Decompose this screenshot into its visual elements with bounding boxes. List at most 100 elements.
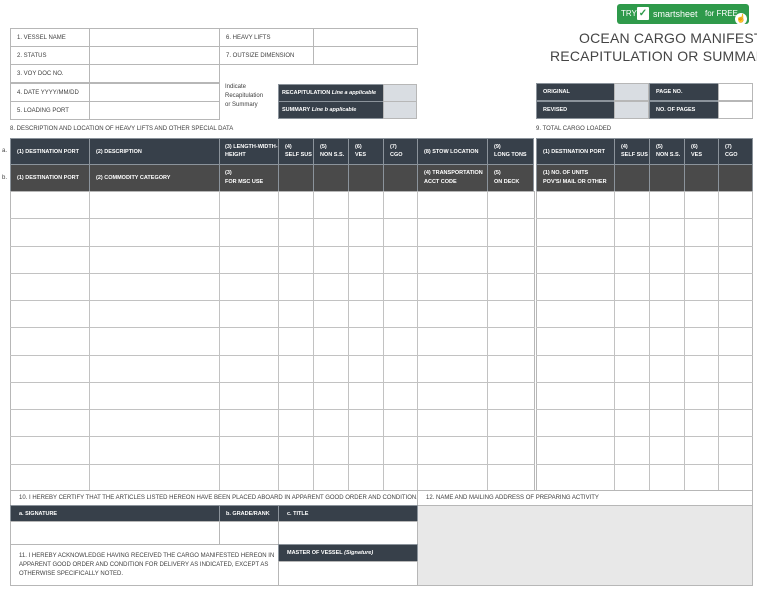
- grid-col-line: [348, 191, 349, 491]
- certify-cell: 10. I HEREBY CERTIFY THAT THE ARTICLES L…: [10, 490, 418, 506]
- cursor-hand-icon: ☝: [735, 13, 747, 25]
- voy-doc-label: 3. VOY DOC NO.: [17, 71, 64, 77]
- grid-col-line: [649, 191, 650, 491]
- loading-port-label-cell: 5. LOADING PORT: [10, 101, 90, 120]
- mailing-cell: 12. NAME AND MAILING ADDRESS OF PREPARIN…: [417, 490, 753, 506]
- voy-doc-label-cell: 3. VOY DOC NO.: [10, 64, 90, 83]
- no-pages-input[interactable]: [718, 101, 753, 119]
- grid-row-line: [536, 246, 753, 247]
- grid-row-line: [536, 218, 753, 219]
- page-no-input[interactable]: [718, 83, 753, 101]
- status-label-cell: 2. STATUS: [10, 46, 90, 65]
- b-right-blank-1: [614, 164, 650, 192]
- title-header: c. TITLE: [278, 505, 418, 522]
- date-label: 4. DATE YYYY/MM/DD: [17, 90, 79, 96]
- grid-col-line: [417, 191, 418, 491]
- grid-row-line: [536, 464, 753, 465]
- recapitulation-note: Line a applicable: [330, 90, 377, 96]
- grid-col-line: [278, 191, 279, 491]
- a-self-sus-header: (4) SELF SUS: [278, 138, 314, 165]
- status-input[interactable]: [89, 46, 220, 65]
- master-signature-input[interactable]: [278, 561, 418, 586]
- b-right-blank-3: [684, 164, 719, 192]
- a-right-cgo-header: (7) CGO: [718, 138, 753, 165]
- b-blank-header-4: [383, 164, 418, 192]
- a-right-destination-port-header: (1) DESTINATION PORT: [536, 138, 615, 165]
- a-lwh-header: (3) LENGTH-WIDTH- HEIGHT: [219, 138, 279, 165]
- grid-row-line: [536, 273, 753, 274]
- outsize-label: 7. OUTSIZE DIMENSION: [226, 53, 295, 59]
- heavy-lifts-label: 6. HEAVY LIFTS: [226, 35, 271, 41]
- b-commodity-category-header: (2) COMMODITY CATEGORY: [89, 164, 220, 192]
- page-no-label: PAGE NO.: [649, 83, 719, 101]
- a-right-non-ss-header: (5) NON S.S.: [649, 138, 685, 165]
- title-input[interactable]: [278, 521, 418, 545]
- voy-doc-input[interactable]: [89, 64, 220, 83]
- certify-text: 10. I HEREBY CERTIFY THAT THE ARTICLES L…: [19, 495, 418, 501]
- mailing-label: 12. NAME AND MAILING ADDRESS OF PREPARIN…: [426, 495, 599, 501]
- date-input[interactable]: [89, 83, 220, 102]
- grid-row-line: [536, 436, 753, 437]
- grid-col-line: [487, 191, 488, 491]
- outsize-label-cell: 7. OUTSIZE DIMENSION: [219, 46, 314, 65]
- a-long-tons-header: (9) LONG TONS: [487, 138, 534, 165]
- a-ves-header: (6) VES: [348, 138, 384, 165]
- b-blank-header-1: [278, 164, 314, 192]
- right-data-grid[interactable]: [536, 191, 753, 491]
- page-title: OCEAN CARGO MANIFEST: [579, 30, 757, 46]
- badge-brand-text: smartsheet: [653, 9, 698, 19]
- badge-try-text: TRY: [621, 9, 637, 18]
- b-transportation-header: (4) TRANSPORTATION ACCT CODE: [417, 164, 488, 192]
- indicate-text-2: Recapitulation: [225, 93, 264, 99]
- summary-option: SUMMARY Line b applicable: [278, 101, 384, 119]
- grid-row-line: [536, 409, 753, 410]
- heavy-lifts-label-cell: 6. HEAVY LIFTS: [219, 28, 314, 47]
- outsize-input[interactable]: [313, 46, 418, 65]
- loading-port-input[interactable]: [89, 101, 220, 120]
- smartsheet-try-badge[interactable]: TRY ✓ smartsheet for FREE ☝: [617, 4, 749, 25]
- mailing-address-input[interactable]: [417, 505, 753, 586]
- summary-note: Line b applicable: [310, 107, 357, 113]
- signature-input[interactable]: [10, 521, 220, 545]
- b-right-blank-2: [649, 164, 685, 192]
- vessel-name-label: 1. VESSEL NAME: [17, 35, 66, 41]
- original-label: ORIGINAL: [536, 83, 615, 101]
- acknowledge-line-1: 11. I HEREBY ACKNOWLEDGE HAVING RECEIVED…: [19, 553, 275, 559]
- row-a-marker: a.: [2, 148, 8, 154]
- loading-port-label: 5. LOADING PORT: [17, 108, 69, 114]
- grid-col-line: [614, 191, 615, 491]
- section-9-label: 9. TOTAL CARGO LOADED: [536, 126, 612, 132]
- row-b-marker: b.: [2, 175, 8, 181]
- b-blank-header-3: [348, 164, 384, 192]
- grid-col-line: [718, 191, 719, 491]
- acknowledge-cell: 11. I HEREBY ACKNOWLEDGE HAVING RECEIVED…: [10, 544, 279, 586]
- b-destination-port-header: (1) DESTINATION PORT: [10, 164, 90, 192]
- vessel-name-input[interactable]: [89, 28, 220, 47]
- recapitulation-checkbox[interactable]: [383, 84, 417, 102]
- revised-checkbox[interactable]: [614, 101, 649, 119]
- b-msc-use-header: (3) FOR MSC USE: [219, 164, 279, 192]
- grade-header: b. GRADE/RANK: [219, 505, 279, 522]
- page-subtitle: RECAPITULATION OR SUMMARY: [550, 48, 757, 64]
- b-blank-header-2: [313, 164, 349, 192]
- original-checkbox[interactable]: [614, 83, 649, 101]
- grid-row-line: [536, 355, 753, 356]
- indicate-text-3: or Summary: [225, 102, 258, 108]
- heavy-lifts-input[interactable]: [313, 28, 418, 47]
- grid-col-line: [89, 191, 90, 491]
- a-non-ss-header: (5) NON S.S.: [313, 138, 349, 165]
- a-cgo-header: (7) CGO: [383, 138, 418, 165]
- recapitulation-option: RECAPITULATION Line a applicable: [278, 84, 384, 102]
- summary-checkbox[interactable]: [383, 101, 417, 119]
- grid-row-line: [536, 382, 753, 383]
- date-label-cell: 4. DATE YYYY/MM/DD: [10, 83, 90, 102]
- vessel-name-label-cell: 1. VESSEL NAME: [10, 28, 90, 47]
- grade-input[interactable]: [219, 521, 279, 545]
- section-8-label: 8. DESCRIPTION AND LOCATION OF HEAVY LIF…: [10, 126, 234, 132]
- b-right-blank-4: [718, 164, 753, 192]
- a-right-ves-header: (6) VES: [684, 138, 719, 165]
- master-of-vessel-header: MASTER OF VESSEL (Signature): [278, 544, 418, 562]
- acknowledge-line-2: APPARENT GOOD ORDER AND CONDITION FOR DE…: [19, 562, 269, 568]
- grid-col-line: [313, 191, 314, 491]
- grid-row-line: [536, 300, 753, 301]
